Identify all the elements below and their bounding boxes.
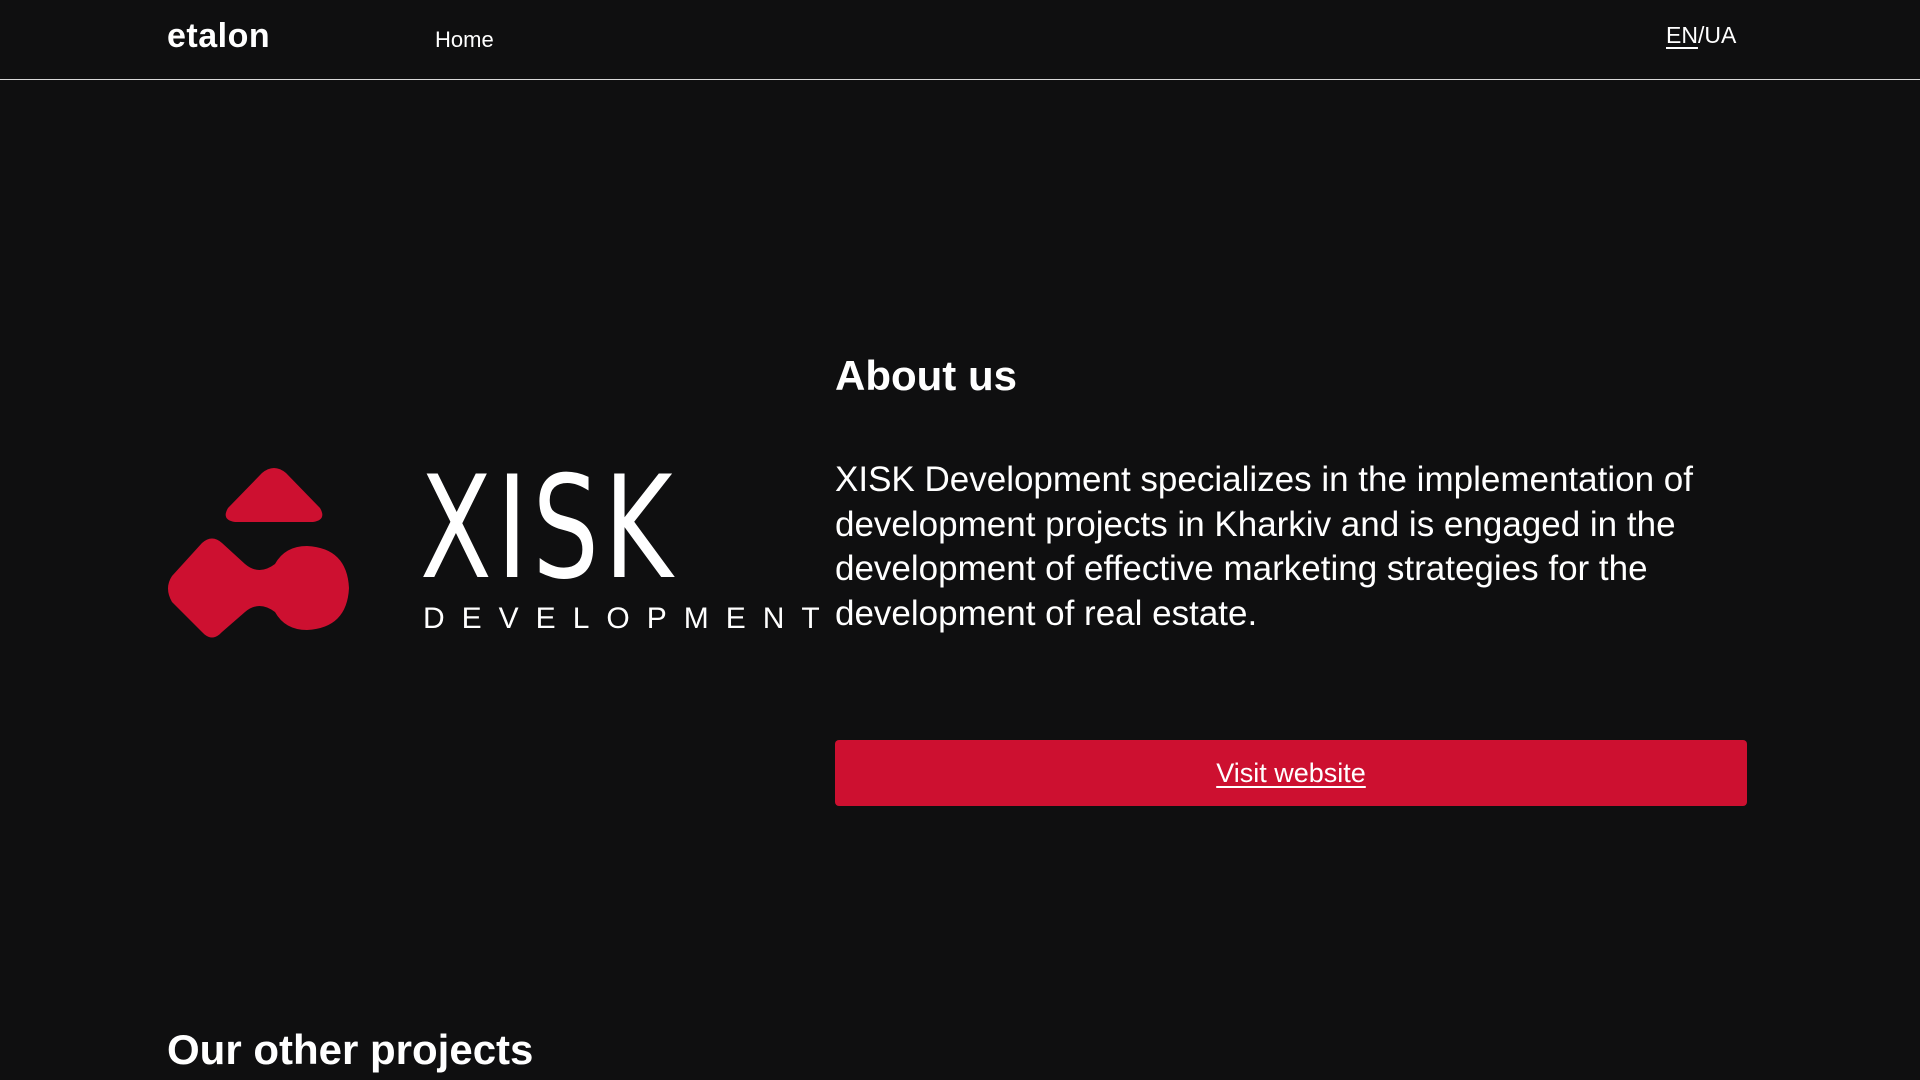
logo-wordmark: XISK — [420, 446, 678, 611]
other-projects-title: Our other projects — [167, 1026, 534, 1073]
logo-subtitle: DEVELOPMENT — [423, 602, 837, 635]
nav-home-link[interactable]: Home — [435, 27, 494, 53]
logo-diamond-circle-shape — [168, 538, 349, 638]
logo-triangle-shape — [225, 468, 323, 522]
lang-en-link[interactable]: EN — [1666, 22, 1698, 49]
site-header: etalon Home EN / UA — [0, 0, 1920, 80]
lang-ua-link[interactable]: UA — [1704, 22, 1736, 49]
about-description: XISK Development specializes in the impl… — [835, 460, 1693, 633]
xisk-development-logo: XISK DEVELOPMENT — [167, 458, 820, 638]
page: etalon Home EN / UA XISK DEVELOPMENT Abo… — [0, 0, 1920, 1080]
xisk-logo-mark-icon — [168, 468, 349, 638]
brand-logo-link[interactable]: etalon — [167, 17, 270, 56]
visit-website-button[interactable]: Visit website — [835, 740, 1747, 806]
language-switcher: EN / UA — [1666, 22, 1736, 49]
about-title: About us — [835, 352, 1017, 399]
